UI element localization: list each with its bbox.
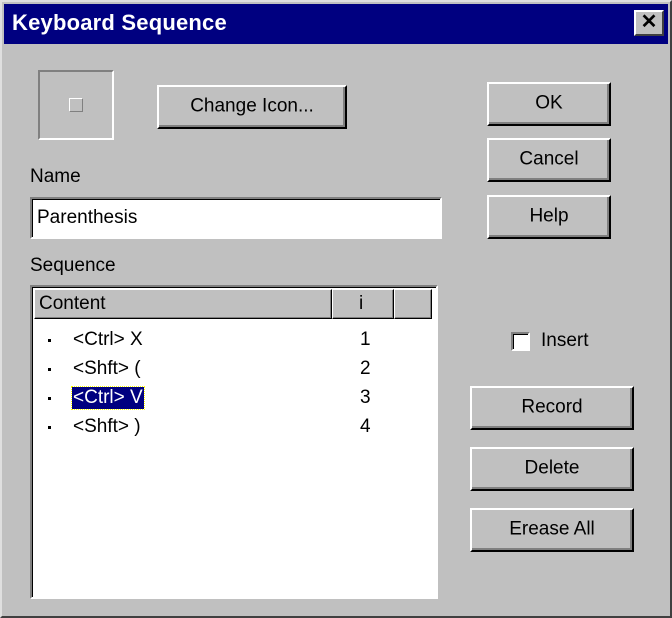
record-button[interactable]: Record	[470, 386, 634, 430]
ok-button-label: OK	[535, 92, 563, 114]
record-button-label: Record	[521, 396, 583, 418]
list-item-content: <Shft> )	[73, 416, 141, 437]
list-item-index: 3	[360, 387, 371, 408]
cancel-button-label: Cancel	[519, 148, 579, 170]
bullet-icon	[48, 397, 51, 400]
cancel-button[interactable]: Cancel	[487, 138, 611, 182]
list-item[interactable]: <Ctrl> X 1	[34, 329, 430, 353]
list-item-content: <Ctrl> X	[73, 329, 143, 350]
name-field-frame[interactable]	[30, 197, 442, 239]
insert-label[interactable]: Insert	[541, 330, 589, 352]
column-header-index[interactable]: i	[332, 289, 394, 319]
name-label: Name	[30, 166, 81, 187]
insert-checkbox[interactable]	[511, 332, 530, 351]
bullet-icon	[48, 368, 51, 371]
list-item-content: <Ctrl> V	[71, 386, 145, 410]
close-button[interactable]: ✕	[634, 10, 664, 36]
name-field[interactable]	[37, 205, 433, 231]
list-item[interactable]: <Shft> ( 2	[34, 358, 430, 382]
help-button[interactable]: Help	[487, 195, 611, 239]
bullet-icon	[48, 339, 51, 342]
list-item[interactable]: <Shft> ) 4	[34, 416, 430, 440]
column-header-filler	[394, 289, 432, 319]
close-icon: ✕	[640, 11, 658, 33]
ok-button[interactable]: OK	[487, 82, 611, 126]
help-button-label: Help	[529, 205, 569, 227]
sequence-list[interactable]: Content i <Ctrl> X 1 <Shft> ( 2 <Ctrl> V 3 <Sh…	[30, 285, 438, 599]
list-item-index: 1	[360, 329, 371, 350]
change-icon-button-label: Change Icon...	[190, 95, 314, 117]
list-item-index: 4	[360, 416, 371, 437]
blank-icon	[69, 98, 83, 112]
sequence-label: Sequence	[30, 255, 116, 276]
list-item-index: 2	[360, 358, 371, 379]
window-title: Keyboard Sequence	[12, 10, 227, 35]
keyboard-sequence-dialog: Keyboard Sequence ✕ Change Icon... OK Ca…	[0, 0, 672, 618]
erase-all-button-label: Erease All	[509, 518, 595, 540]
icon-preview	[38, 70, 114, 140]
list-item-content: <Shft> (	[73, 358, 141, 379]
list-item[interactable]: <Ctrl> V 3	[34, 386, 430, 411]
column-header-content[interactable]: Content	[34, 289, 332, 319]
erase-all-button[interactable]: Erease All	[470, 508, 634, 552]
delete-button-label: Delete	[524, 457, 580, 479]
delete-button[interactable]: Delete	[470, 447, 634, 491]
title-bar[interactable]: Keyboard Sequence ✕	[4, 4, 668, 44]
column-header-content-label: Content	[39, 293, 106, 314]
column-header-index-label: i	[359, 293, 364, 314]
change-icon-button[interactable]: Change Icon...	[157, 85, 347, 129]
bullet-icon	[48, 426, 51, 429]
